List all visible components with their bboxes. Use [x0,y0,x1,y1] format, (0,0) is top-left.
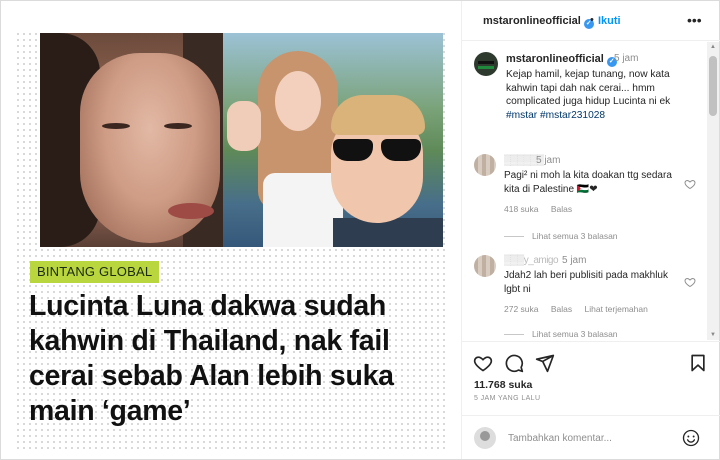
post-media[interactable]: BINTANG GLOBAL Lucinta Luna dakwa sudah … [1,1,461,459]
share-send-icon[interactable] [535,353,555,373]
comment-meta: 272 suka Balas Lihat terjemahan [504,304,658,314]
couple-selfie-photo [223,33,443,247]
emoji-icon[interactable] [682,429,700,447]
separator-dot: • [590,14,594,26]
reply-button[interactable]: Balas [551,304,572,314]
view-replies-button[interactable]: Lihat semua 3 balasan [504,329,618,339]
action-bar [462,341,720,381]
view-replies-button[interactable]: Lihat semua 3 balasan [504,231,618,241]
post-headline: Lucinta Luna dakwa sudah kahwin di Thail… [29,290,394,427]
comment-text: Pagi² ni moh la kita doakan ttg sedara k… [504,170,672,195]
scroll-down-arrow-icon[interactable]: ▼ [709,332,717,338]
avatar[interactable] [474,52,498,76]
post-sidebar: mstaronlineofficial ✓ • Ikuti ••• mstaron… [461,1,720,459]
comment-likes[interactable]: 418 suka [504,204,539,214]
comment-avatar[interactable] [474,154,496,176]
comment-likes[interactable]: 272 suka [504,304,539,314]
likes-count[interactable]: 11.768 suka [474,379,532,391]
scrollbar-thumb[interactable] [709,56,717,116]
translate-button[interactable]: Lihat terjemahan [585,304,648,314]
caption-time: 5 jam [614,53,639,64]
category-tag: BINTANG GLOBAL [30,261,160,283]
reply-button[interactable]: Balas [551,204,572,214]
avatar [474,427,496,449]
comment-like-heart-icon[interactable] [684,178,696,190]
more-options-icon[interactable]: ••• [687,12,702,28]
post-date: 5 JAM YANG LALU [474,395,541,402]
comment-time: 5 jam [562,255,587,266]
comment-username[interactable]: ▒▒▒y_amigo [504,255,559,266]
comments-scroll-area[interactable]: mstaronlineofficial ✓ 5 jam Kejap hamil, … [462,42,720,340]
comment-input[interactable]: Tambahkan komentar... [508,433,612,444]
comment-icon[interactable] [504,353,524,373]
caption-username[interactable]: mstaronlineofficial ✓ [506,53,617,67]
post-header: mstaronlineofficial ✓ • Ikuti ••• [462,1,720,41]
comment-meta: 418 suka Balas [504,204,582,214]
save-bookmark-icon[interactable] [688,353,708,373]
caption-text: Kejap hamil, kejap tunang, now kata kahw… [506,69,671,121]
crying-woman-photo [40,33,223,247]
scroll-up-arrow-icon[interactable]: ▲ [709,44,717,50]
comment-time: 5 jam [536,155,561,166]
add-comment-bar: Tambahkan komentar... [462,415,720,459]
header-username[interactable]: mstaronlineofficial ✓ [483,15,594,29]
like-heart-icon[interactable] [473,353,493,373]
caption-hashtags[interactable]: #mstar #mstar231028 [506,110,605,121]
comment-avatar[interactable] [474,255,496,277]
follow-button[interactable]: Ikuti [598,15,621,27]
scrollbar[interactable]: ▲ ▼ [707,42,719,340]
comment-text: Jdah2 lah beri publisiti pada makhluk lg… [504,270,668,295]
comment-like-heart-icon[interactable] [684,276,696,288]
